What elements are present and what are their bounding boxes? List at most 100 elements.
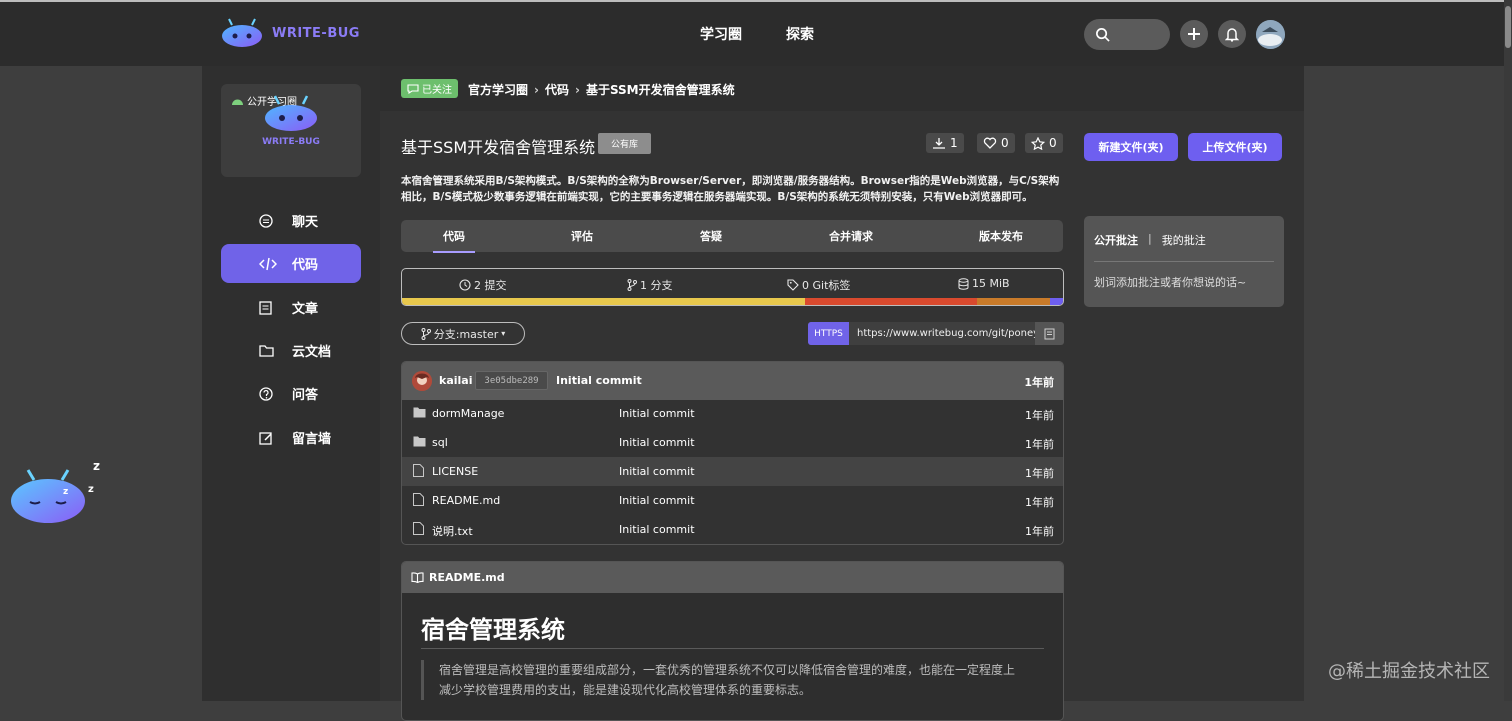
branch-label: 分支:master xyxy=(433,327,499,341)
question-icon xyxy=(259,386,273,401)
breadcrumb: 官方学习圈 › 代码 › 基于SSM开发宿舍管理系统 xyxy=(468,81,735,98)
tab-public-annotations[interactable]: 公开批注 xyxy=(1094,232,1138,248)
tab-my-annotations[interactable]: 我的批注 xyxy=(1162,232,1206,248)
like-button[interactable]: 0 xyxy=(977,133,1015,153)
chat-icon xyxy=(259,213,273,228)
logo-text: WRITE-BUG xyxy=(272,25,360,41)
tags-count: 0 Git标签 xyxy=(802,279,851,292)
file-row[interactable]: README.md Initial commit 1年前 xyxy=(402,486,1063,515)
sidebar-item-code[interactable]: 代码 xyxy=(221,244,361,283)
file-name[interactable]: README.md xyxy=(432,494,500,507)
file-name[interactable]: 说明.txt xyxy=(432,523,473,539)
sidebar-item-qa[interactable]: 问答 xyxy=(221,374,361,413)
tab-code[interactable]: 代码 xyxy=(433,228,475,253)
file-commit-message[interactable]: Initial commit xyxy=(619,436,695,449)
circle-logo-text: WRITE-BUG xyxy=(262,137,320,147)
tags-stat[interactable]: 0 Git标签 xyxy=(787,277,850,293)
circle-card[interactable]: 公开学习圈 WRITE-BUG xyxy=(221,84,361,177)
nav-explore[interactable]: 探索 xyxy=(786,24,814,44)
tab-qa[interactable]: 答疑 xyxy=(700,228,722,244)
breadcrumb-item[interactable]: 代码 xyxy=(545,81,569,98)
breadcrumb-item[interactable]: 官方学习圈 xyxy=(468,81,528,98)
chat-bubble-icon xyxy=(407,83,419,94)
robot-logo-icon xyxy=(222,18,262,47)
protocol-selector[interactable]: HTTPS xyxy=(808,322,849,345)
branch-selector[interactable]: 分支:master ▾ xyxy=(401,322,525,345)
sidebar-item-chat[interactable]: 聊天 xyxy=(221,201,361,240)
sidebar-item-article[interactable]: 文章 xyxy=(221,288,361,327)
divider xyxy=(1094,261,1274,262)
scrollbar-thumb[interactable] xyxy=(1505,6,1511,48)
committer-name[interactable]: kailai xyxy=(439,374,472,387)
download-icon xyxy=(933,138,945,149)
search-box[interactable] xyxy=(1084,19,1170,50)
file-commit-message[interactable]: Initial commit xyxy=(619,494,695,507)
create-button[interactable] xyxy=(1180,20,1208,48)
star-count: 0 xyxy=(1049,136,1057,150)
left-sidebar: 公开学习圈 WRITE-BUG 聊天 代码 文章 云文档 问答 留言墙 xyxy=(202,66,380,701)
plus-icon xyxy=(1188,28,1200,40)
file-time: 1年前 xyxy=(1025,438,1054,451)
file-icon xyxy=(413,464,424,477)
file-row[interactable]: dormManage Initial commit 1年前 xyxy=(402,399,1063,428)
branches-stat[interactable]: 1 分支 xyxy=(627,277,673,293)
followed-badge[interactable]: 已关注 xyxy=(401,79,458,98)
chevron-right-icon: › xyxy=(534,82,539,97)
file-row[interactable]: LICENSE Initial commit 1年前 xyxy=(402,457,1063,486)
tab-releases[interactable]: 版本发布 xyxy=(979,228,1023,244)
file-commit-message[interactable]: Initial commit xyxy=(619,407,695,420)
clone-url-input[interactable]: https://www.writebug.com/git/poney xyxy=(849,322,1035,345)
annotation-panel: 公开批注 | 我的批注 划词添加批注或者你想说的话~ xyxy=(1084,216,1284,307)
sidebar-item-label: 云文档 xyxy=(292,345,332,360)
file-row[interactable]: sql Initial commit 1年前 xyxy=(402,428,1063,457)
file-row[interactable]: 说明.txt Initial commit 1年前 xyxy=(402,515,1063,544)
robot-logo-icon xyxy=(265,95,317,131)
page-scrollbar[interactable] xyxy=(1504,0,1512,701)
star-button[interactable]: 0 xyxy=(1025,133,1063,153)
sidebar-item-label: 聊天 xyxy=(292,215,319,230)
repo-title: 基于SSM开发宿舍管理系统 xyxy=(401,138,596,157)
commit-hash[interactable]: 3e05dbe289 xyxy=(475,371,548,390)
notifications-button[interactable] xyxy=(1218,20,1246,48)
annotation-input[interactable]: 划词添加批注或者你想说的话~ xyxy=(1094,274,1246,290)
folder-icon xyxy=(259,345,274,357)
caret-down-icon: ▾ xyxy=(501,329,506,338)
file-name[interactable]: LICENSE xyxy=(432,465,478,478)
readme-header: README.md xyxy=(402,562,1063,593)
readme-heading: 宿舍管理系统 xyxy=(421,616,565,644)
file-name[interactable]: sql xyxy=(432,436,448,449)
svg-text:z: z xyxy=(63,487,68,497)
database-icon xyxy=(958,277,969,290)
commits-stat[interactable]: 2 提交 xyxy=(459,277,507,293)
file-commit-message[interactable]: Initial commit xyxy=(619,465,695,478)
chevron-right-icon: › xyxy=(574,82,580,97)
avatar-image xyxy=(412,371,432,391)
book-icon xyxy=(411,572,424,583)
tab-merge-requests[interactable]: 合并请求 xyxy=(829,228,873,244)
tab-evaluation[interactable]: 评估 xyxy=(571,228,593,244)
size-stat: 15 MiB xyxy=(958,277,1010,290)
branch-icon xyxy=(421,327,431,340)
download-button[interactable]: 1 xyxy=(926,133,964,153)
committer-avatar[interactable] xyxy=(412,371,432,391)
download-count: 1 xyxy=(950,136,958,150)
repo-description: 本宿舍管理系统采用B/S架构模式。B/S架构的全称为Browser/Server… xyxy=(401,175,1060,203)
user-avatar[interactable] xyxy=(1256,20,1285,49)
file-commit-message[interactable]: Initial commit xyxy=(619,523,695,536)
upload-file-button[interactable]: 上传文件(夹) xyxy=(1188,133,1282,161)
file-name[interactable]: dormManage xyxy=(432,407,504,420)
new-file-button[interactable]: 新建文件(夹) xyxy=(1084,133,1178,161)
site-logo[interactable]: WRITE-BUG xyxy=(220,18,360,48)
repo-size: 15 MiB xyxy=(972,277,1010,290)
breadcrumb-item[interactable]: 基于SSM开发宿舍管理系统 xyxy=(586,81,735,98)
sleeping-robot-mascot-icon[interactable]: z z z xyxy=(8,456,108,528)
language-bar[interactable] xyxy=(402,298,1063,305)
sidebar-item-cloud-docs[interactable]: 云文档 xyxy=(221,331,361,370)
sidebar-item-message-wall[interactable]: 留言墙 xyxy=(221,418,361,457)
svg-text:z: z xyxy=(88,484,94,495)
commit-message[interactable]: Initial commit xyxy=(556,374,642,387)
branches-count: 1 分支 xyxy=(640,279,673,292)
nav-study-circle[interactable]: 学习圈 xyxy=(700,24,742,44)
copy-button[interactable] xyxy=(1035,328,1064,340)
file-icon xyxy=(413,522,424,535)
